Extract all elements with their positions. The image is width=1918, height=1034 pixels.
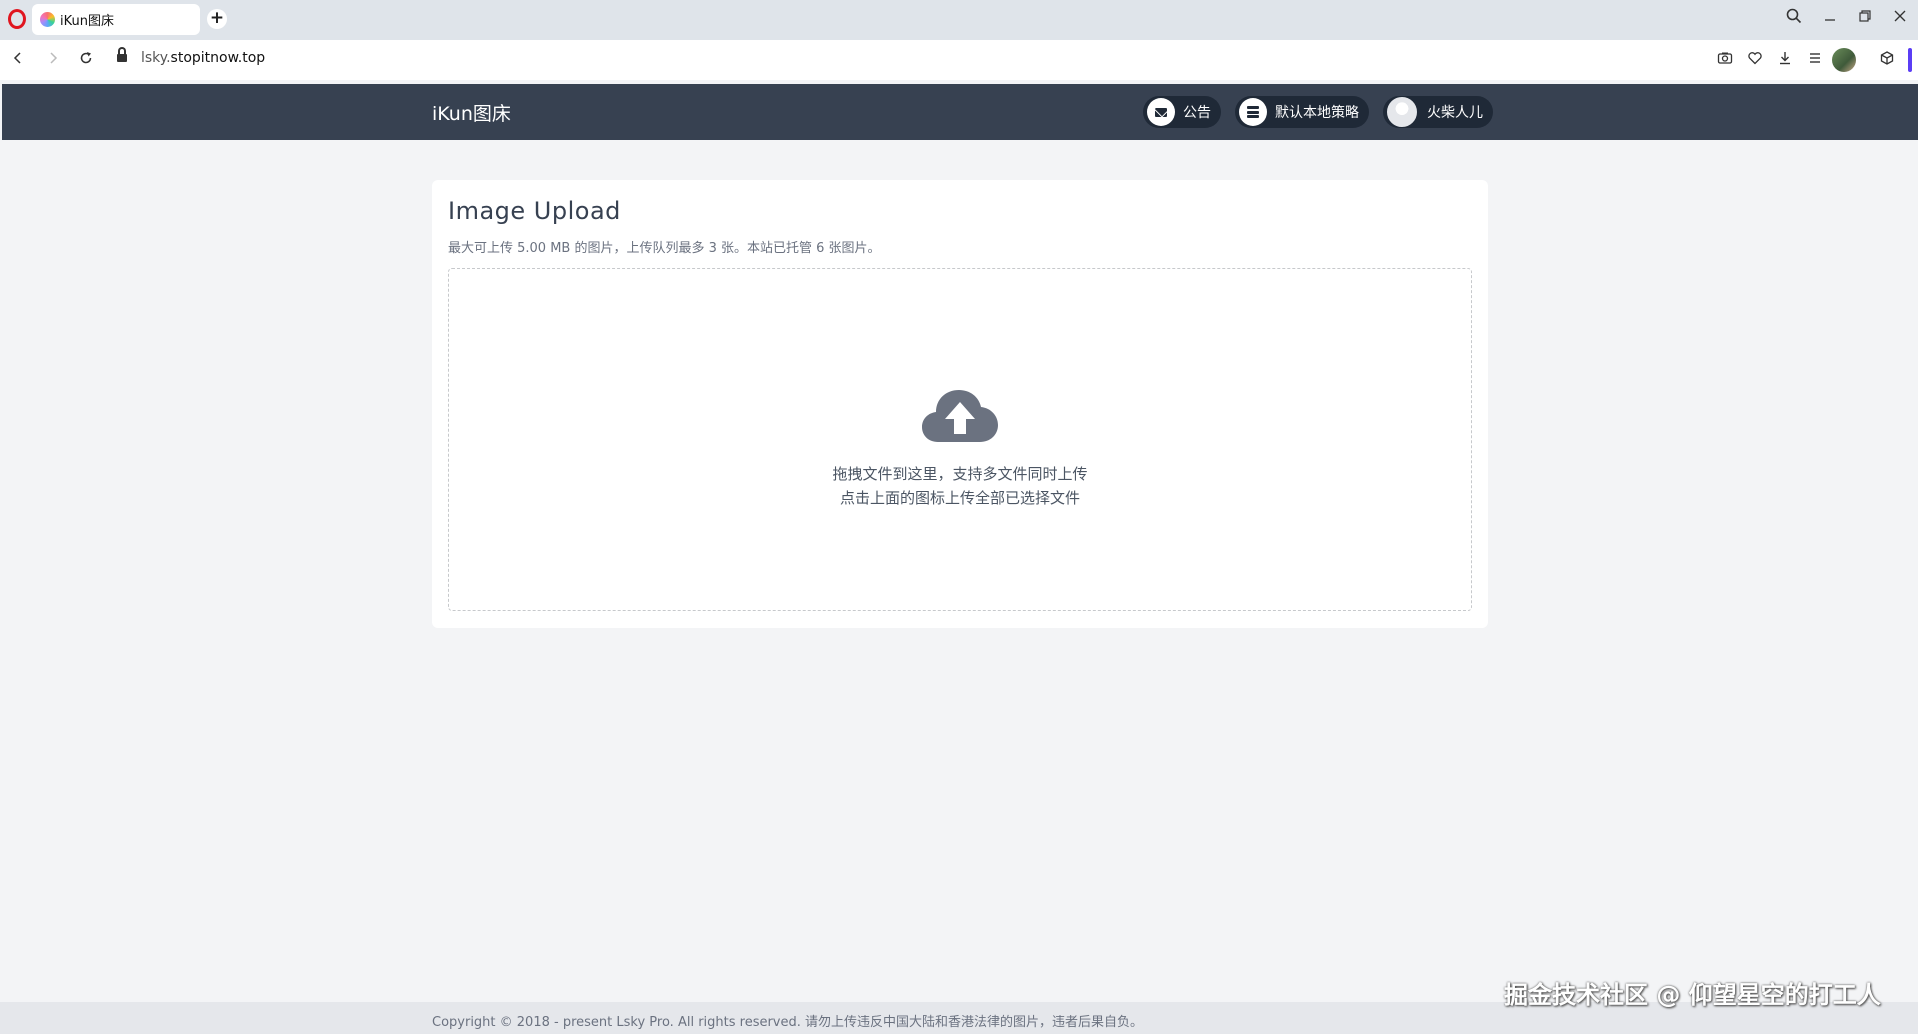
dropzone-hint-line2: 点击上面的图标上传全部已选择文件 xyxy=(839,489,1080,507)
opera-logo-icon[interactable] xyxy=(8,9,26,29)
lock-icon[interactable] xyxy=(117,47,127,64)
close-window-icon[interactable] xyxy=(1888,8,1912,28)
user-name: 火柴人儿 xyxy=(1427,105,1483,121)
brand-logo[interactable]: iKun图床 xyxy=(432,99,511,126)
minimize-icon[interactable] xyxy=(1818,8,1842,28)
upload-limits-text: 最大可上传 5.00 MB 的图片，上传队列最多 3 张。本站已托管 6 张图片… xyxy=(448,241,881,256)
strategy-label: 默认本地策略 xyxy=(1275,105,1359,121)
notice-label: 公告 xyxy=(1183,105,1211,121)
cloud-upload-icon[interactable] xyxy=(922,388,998,444)
sidebar-toggle[interactable] xyxy=(1908,48,1912,72)
envelope-icon xyxy=(1147,98,1175,126)
user-menu-button[interactable]: 火柴人儿 xyxy=(1383,96,1493,128)
new-tab-button[interactable]: + xyxy=(207,9,227,29)
url-field[interactable]: lsky.stopitnow.top xyxy=(141,50,265,66)
download-icon[interactable] xyxy=(1776,50,1794,70)
tab-favicon-icon xyxy=(40,12,55,27)
browser-tabstrip: iKun图床 + xyxy=(0,0,1918,40)
tab-title: iKun图床 xyxy=(60,14,114,29)
search-tabs-icon[interactable] xyxy=(1782,8,1806,28)
heart-icon[interactable] xyxy=(1746,50,1764,70)
page-title: Image Upload xyxy=(448,197,621,225)
strategy-button[interactable]: 默认本地策略 xyxy=(1235,96,1369,128)
url-subdomain: lsky. xyxy=(141,50,171,66)
app-navbar xyxy=(2,84,1918,140)
extensions-cube-icon[interactable] xyxy=(1878,50,1896,70)
footer-copyright: Copyright © 2018 - present Lsky Pro. All… xyxy=(432,1015,1144,1030)
profile-avatar[interactable] xyxy=(1832,48,1856,72)
back-icon[interactable] xyxy=(8,50,28,70)
browser-tab[interactable]: iKun图床 xyxy=(32,4,200,35)
reload-icon[interactable] xyxy=(76,50,96,70)
forward-icon[interactable] xyxy=(43,50,63,70)
server-icon xyxy=(1239,98,1267,126)
watermark: 掘金技术社区 @ 仰望星空的打工人 xyxy=(1504,981,1881,1009)
dropzone-hint-line1: 拖拽文件到这里，支持多文件同时上传 xyxy=(832,465,1088,483)
notice-button[interactable]: 公告 xyxy=(1143,96,1221,128)
camera-icon[interactable] xyxy=(1716,50,1734,70)
menu-icon[interactable] xyxy=(1806,50,1824,70)
user-avatar xyxy=(1387,97,1417,127)
url-domain: stopitnow.top xyxy=(170,50,266,66)
restore-icon[interactable] xyxy=(1853,8,1877,28)
address-bar xyxy=(0,40,1918,80)
